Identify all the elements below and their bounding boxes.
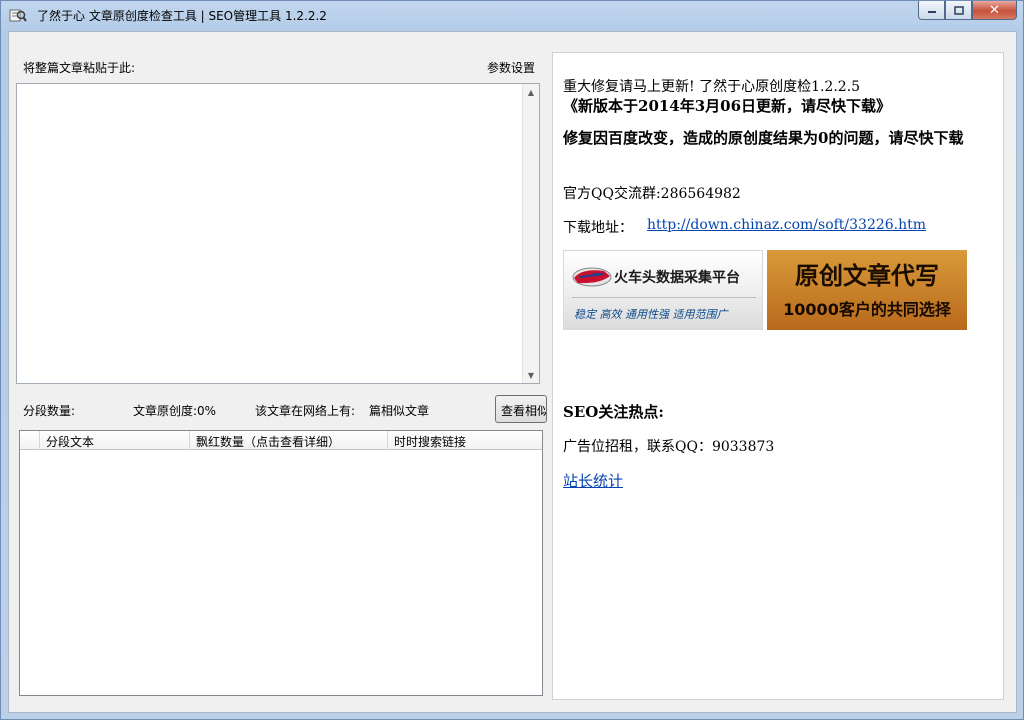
maximize-icon	[953, 5, 964, 15]
minimize-button[interactable]	[918, 1, 945, 20]
download-link[interactable]: http://down.chinaz.com/soft/33226.htm	[647, 217, 926, 233]
version-notice: 《新版本于2014年3月06日更新，请尽快下载》	[563, 97, 892, 115]
segment-grid[interactable]: 分段文本 飘红数量（点击查看详细） 时时搜索链接	[19, 430, 543, 696]
grid-header-corner[interactable]	[20, 431, 40, 450]
originality-label: 文章原创度:0%	[133, 404, 217, 418]
online-count-label: 该文章在网络上有:	[255, 404, 356, 418]
caption-buttons: ✕	[918, 1, 1017, 21]
scroll-up-icon[interactable]: ▲	[523, 84, 539, 100]
qq-group-text: 官方QQ交流群:286564982	[563, 186, 741, 202]
params-settings-link[interactable]: 参数设置	[487, 59, 535, 76]
update-notice: 重大修复请马上更新! 了然于心原创度检1.2.2.5	[563, 79, 861, 95]
title-bar: 了然于心 文章原创度检查工具 | SEO管理工具 1.2.2.2 ✕	[1, 1, 1023, 29]
banner1-divider	[572, 297, 756, 298]
maximize-button[interactable]	[945, 1, 972, 20]
download-label: 下载地址：	[563, 220, 633, 236]
minimize-icon	[927, 11, 936, 13]
banner-locomotive-ad[interactable]: 火车头数据采集平台 稳定 高效 通用性强 适用范围广	[563, 250, 763, 330]
grid-col-red-count[interactable]: 飘红数量（点击查看详细）	[190, 431, 388, 450]
banner-article-writing-ad[interactable]: 原创文章代写 10000客户的共同选择	[767, 250, 967, 330]
app-icon	[9, 9, 27, 22]
site-stats-link[interactable]: 站长统计	[563, 470, 623, 491]
segment-count-label: 分段数量:	[23, 404, 76, 418]
banner1-tags: 稳定 高效 通用性强 适用范围广	[574, 308, 728, 321]
textarea-scrollbar[interactable]: ▲ ▼	[522, 84, 539, 383]
scroll-down-icon[interactable]: ▼	[523, 367, 539, 383]
view-similar-button[interactable]: 查看相似	[495, 395, 547, 423]
fix-notice: 修复因百度改变，造成的原创度结果为0的问题，请尽快下载	[563, 129, 964, 147]
paste-label: 将整篇文章粘贴于此:	[23, 61, 136, 75]
similar-articles-label: 篇相似文章	[369, 404, 430, 418]
window-title: 了然于心 文章原创度检查工具 | SEO管理工具 1.2.2.2	[37, 9, 327, 23]
app-window: 了然于心 文章原创度检查工具 | SEO管理工具 1.2.2.2 ✕ 将整篇文章…	[0, 0, 1024, 720]
close-button[interactable]: ✕	[972, 1, 1017, 20]
grid-header: 分段文本 飘红数量（点击查看详细） 时时搜索链接	[20, 431, 542, 450]
banner1-title: 火车头数据采集平台	[614, 270, 740, 286]
banner2-subtitle: 10000客户的共同选择	[783, 300, 951, 319]
article-textarea[interactable]: ▲ ▼	[16, 83, 540, 384]
close-icon: ✕	[989, 2, 1000, 18]
ad-rent-text: 广告位招租，联系QQ：9033873	[563, 439, 775, 455]
banner2-title: 原创文章代写	[795, 262, 939, 290]
grid-col-search-link[interactable]: 时时搜索链接	[388, 431, 544, 450]
grid-col-segment-text[interactable]: 分段文本	[40, 431, 190, 450]
train-icon	[572, 267, 612, 287]
info-browser-panel: 重大修复请马上更新! 了然于心原创度检1.2.2.5 《新版本于2014年3月0…	[552, 52, 1004, 700]
seo-heading: SEO关注热点:	[563, 403, 664, 421]
client-area: 将整篇文章粘贴于此: 参数设置 ▲ ▼ 分段数量: 文章原创度:0% 该文章在网…	[8, 31, 1017, 713]
